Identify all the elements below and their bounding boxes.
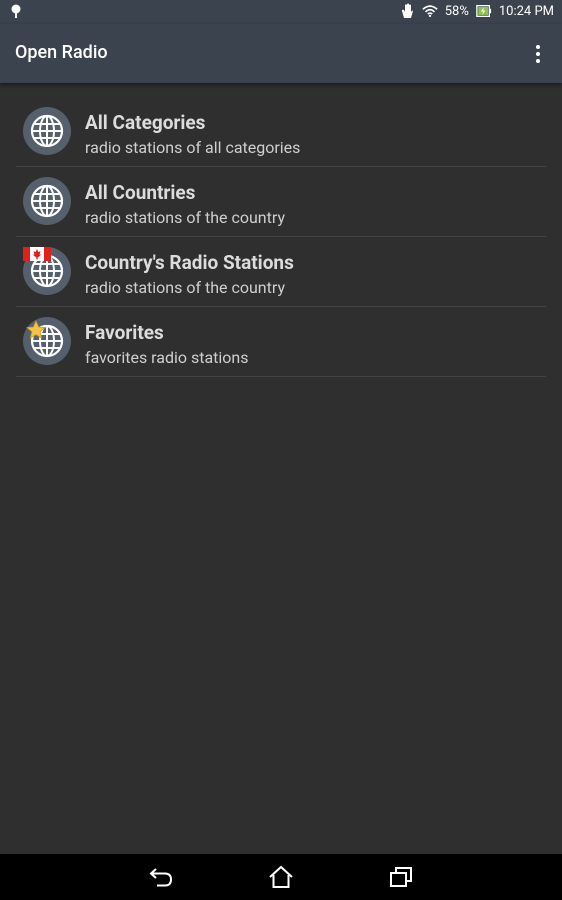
category-list: All Categories radio stations of all cat… (16, 97, 546, 377)
list-item-favorites[interactable]: Favorites favorites radio stations (16, 307, 546, 377)
globe-icon (23, 107, 71, 155)
list-item-subtitle: radio stations of the country (85, 208, 286, 227)
back-icon[interactable] (146, 862, 176, 892)
list-item-country-stations[interactable]: Country's Radio Stations radio stations … (16, 237, 546, 307)
home-icon[interactable] (266, 862, 296, 892)
globe-star-icon (23, 317, 71, 365)
navigation-bar (0, 854, 562, 900)
list-item-all-categories[interactable]: All Categories radio stations of all cat… (16, 97, 546, 167)
status-bar: 58% 10:24 PM (0, 0, 562, 24)
wifi-icon (422, 3, 438, 19)
android-debug-icon (8, 3, 24, 19)
list-item-subtitle: radio stations of the country (85, 278, 286, 297)
list-item-title: All Categories (85, 111, 206, 134)
list-item-title: Country's Radio Stations (85, 251, 294, 274)
recents-icon[interactable] (386, 862, 416, 892)
more-vert-icon[interactable] (528, 40, 548, 68)
list-item-subtitle: radio stations of all categories (85, 138, 301, 157)
battery-charging-icon (476, 3, 492, 19)
battery-percent: 58% (444, 3, 469, 19)
canada-flag-icon (23, 247, 51, 261)
list-item-title: Favorites (85, 321, 164, 344)
list-item-subtitle: favorites radio stations (85, 348, 249, 367)
star-icon (26, 320, 46, 339)
clock: 10:24 PM (498, 3, 554, 19)
globe-flag-icon (23, 247, 71, 295)
list-item-title: All Countries (85, 181, 196, 204)
touch-hand-icon (399, 3, 415, 19)
app-bar: Open Radio (0, 24, 562, 83)
globe-icon (23, 177, 71, 225)
list-item-all-countries[interactable]: All Countries radio stations of the coun… (16, 167, 546, 237)
app-title: Open Radio (15, 42, 108, 63)
